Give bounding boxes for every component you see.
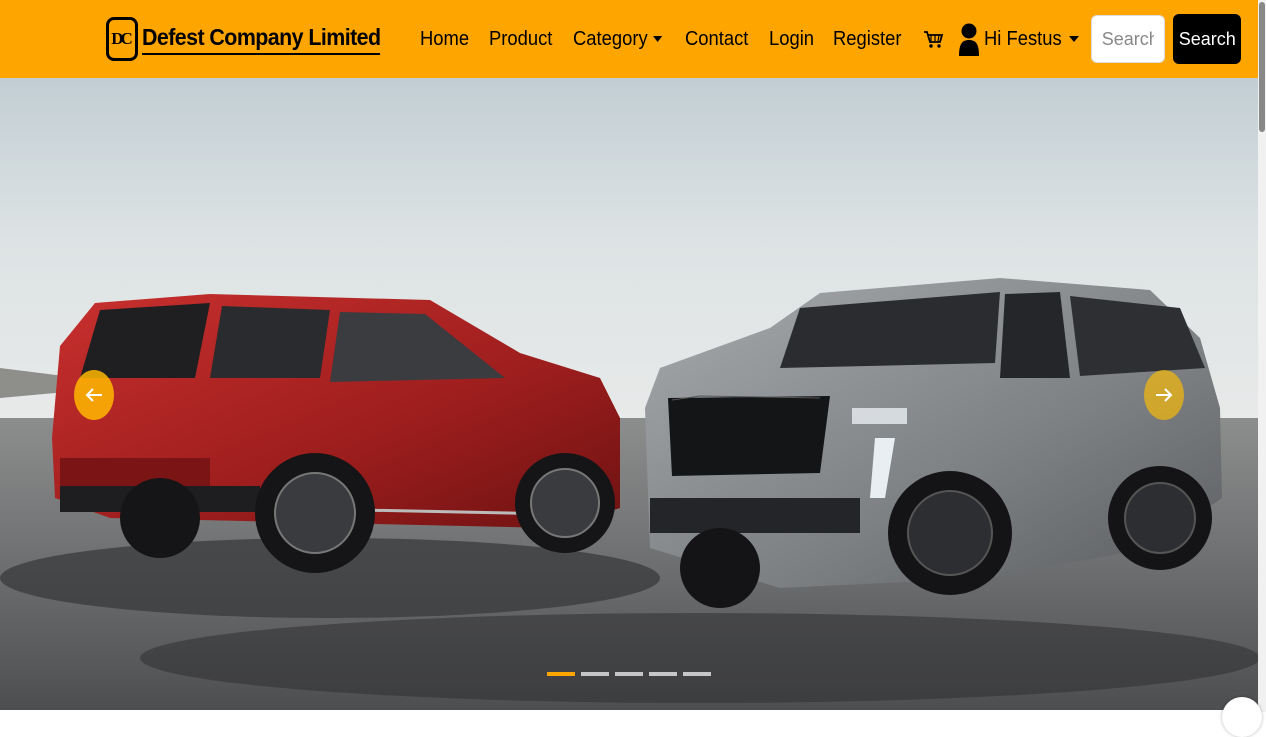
page-scrollbar[interactable]: [1258, 0, 1266, 712]
navbar-content: DC Defest Company Limited Home Product C…: [106, 0, 1241, 78]
user-greeting: Hi Festus: [984, 27, 1062, 50]
carousel-indicator[interactable]: [615, 672, 643, 676]
nav-category-dropdown[interactable]: Category: [572, 27, 663, 51]
nav-contact[interactable]: Contact: [685, 28, 748, 51]
carousel-indicator[interactable]: [581, 672, 609, 676]
nav-home[interactable]: Home: [420, 28, 469, 51]
carousel-indicators: [547, 672, 717, 676]
arrow-left-icon: [85, 388, 102, 402]
nav-product[interactable]: Product: [489, 28, 552, 51]
brand-link[interactable]: DC Defest Company Limited: [106, 17, 398, 61]
nav-links: Home Product Category Contact Login Regi…: [420, 14, 1241, 64]
carousel-next-button[interactable]: [1144, 370, 1184, 420]
carousel-indicator[interactable]: [649, 672, 677, 676]
cart-icon[interactable]: [922, 28, 944, 50]
nav-register[interactable]: Register: [833, 28, 902, 51]
navbar: DC Defest Company Limited Home Product C…: [0, 0, 1258, 78]
user-icon: [959, 23, 980, 56]
chevron-down-icon: [652, 36, 663, 43]
carousel-prev-button[interactable]: [74, 370, 114, 420]
chat-widget-button[interactable]: [1222, 697, 1262, 737]
brand-logo: DC: [106, 17, 138, 61]
carousel-indicator[interactable]: [547, 672, 575, 676]
nav-login[interactable]: Login: [769, 28, 814, 51]
nav-category-label: Category: [572, 27, 648, 50]
arrow-right-icon: [1156, 388, 1173, 402]
brand-name: Defest Company Limited: [142, 24, 381, 55]
hero-image: [0, 78, 1258, 710]
search-input[interactable]: [1090, 15, 1165, 63]
scrollbar-thumb[interactable]: [1259, 2, 1265, 132]
hero-carousel: [0, 78, 1258, 710]
user-menu-dropdown[interactable]: Hi Festus: [958, 22, 1079, 56]
carousel-indicator[interactable]: [683, 672, 711, 676]
brand-logo-text: DC: [111, 29, 132, 48]
chevron-down-icon: [1068, 36, 1079, 42]
search-button[interactable]: Search: [1172, 14, 1241, 64]
